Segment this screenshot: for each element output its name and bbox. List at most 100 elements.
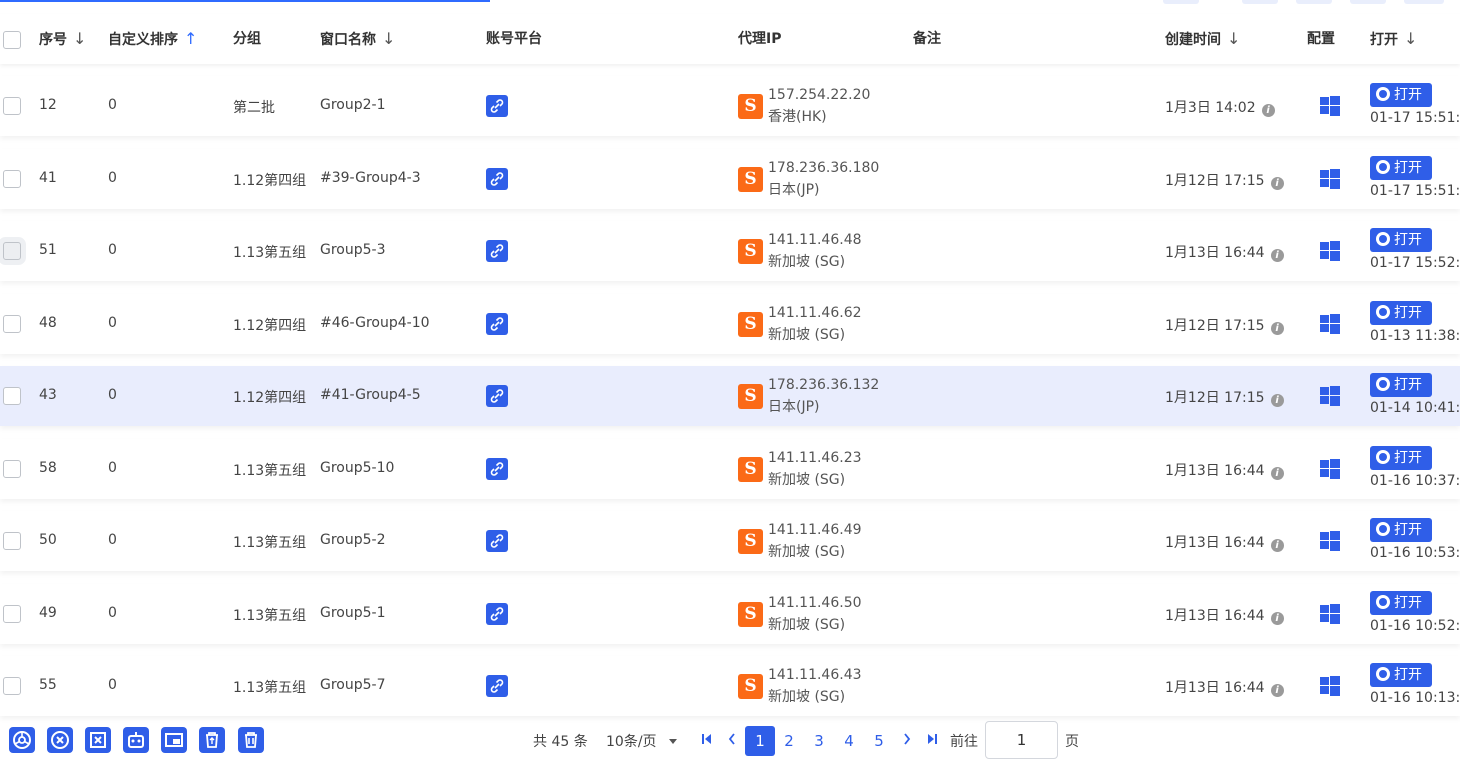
- custom-sort-cell[interactable]: 0: [108, 97, 117, 113]
- window-name-cell[interactable]: Group5-2: [320, 532, 386, 548]
- row-checkbox[interactable]: [3, 532, 21, 550]
- row-checkbox[interactable]: [3, 242, 21, 260]
- page-1[interactable]: 1: [745, 726, 775, 756]
- page-size-select[interactable]: 10条/页: [606, 731, 677, 751]
- column-header-open[interactable]: 打开 ↓: [1370, 14, 1417, 64]
- row-checkbox[interactable]: [3, 677, 21, 695]
- info-icon[interactable]: i: [1270, 322, 1284, 335]
- row-checkbox[interactable]: [3, 315, 21, 333]
- sort-down-icon[interactable]: ↓: [1404, 14, 1417, 64]
- sort-down-icon[interactable]: ↓: [73, 14, 86, 64]
- page-2[interactable]: 2: [777, 726, 801, 756]
- open-button[interactable]: 打开: [1370, 663, 1432, 687]
- window-name-cell[interactable]: Group5-7: [320, 677, 386, 693]
- custom-sort-cell[interactable]: 0: [108, 170, 117, 186]
- window-name-cell[interactable]: #39-Group4-3: [320, 170, 421, 186]
- table-row[interactable]: 58 0 1.13第五组 Group5-10 S 141.11.46.23 新加坡 (SG)…: [0, 439, 1460, 499]
- row-checkbox[interactable]: [3, 97, 21, 115]
- recycle-bin-icon[interactable]: [199, 727, 225, 753]
- goto-page-input[interactable]: 1: [985, 721, 1058, 759]
- open-button[interactable]: 打开: [1370, 301, 1432, 325]
- custom-sort-cell[interactable]: 0: [108, 532, 117, 548]
- sort-down-icon[interactable]: ↓: [382, 14, 395, 64]
- row-checkbox[interactable]: [3, 387, 21, 405]
- close-square-icon[interactable]: [85, 727, 111, 753]
- info-icon[interactable]: i: [1270, 612, 1284, 625]
- table-row[interactable]: 49 0 1.13第五组 Group5-1 S 141.11.46.50 新加坡 (SG) 1…: [0, 584, 1460, 644]
- row-checkbox[interactable]: [3, 170, 21, 188]
- custom-sort-cell[interactable]: 0: [108, 460, 117, 476]
- page-3[interactable]: 3: [807, 726, 831, 756]
- window-name-cell[interactable]: Group2-1: [320, 97, 386, 113]
- picture-in-picture-icon[interactable]: [161, 727, 187, 753]
- custom-sort-cell[interactable]: 0: [108, 315, 117, 331]
- link-icon[interactable]: [486, 603, 508, 625]
- open-button[interactable]: 打开: [1370, 591, 1432, 615]
- window-name-cell[interactable]: #41-Group4-5: [320, 387, 421, 403]
- column-header-created[interactable]: 创建时间 ↓: [1165, 14, 1240, 64]
- link-icon[interactable]: [486, 675, 508, 697]
- link-icon[interactable]: [486, 530, 508, 552]
- link-icon[interactable]: [486, 313, 508, 335]
- select-all-checkbox[interactable]: [3, 31, 21, 49]
- table-row[interactable]: 43 0 1.12第四组 #41-Group4-5 S 178.236.36.132 日本(…: [0, 366, 1460, 426]
- table-row[interactable]: 12 0 第二批 Group2-1 S 157.254.22.20 香港(HK) 1月3日 1…: [0, 76, 1460, 136]
- custom-sort-cell[interactable]: 0: [108, 387, 117, 403]
- sort-up-icon[interactable]: ↑: [184, 14, 197, 64]
- link-icon[interactable]: [486, 95, 508, 117]
- info-icon[interactable]: i: [1270, 684, 1284, 697]
- top-toolbar-button[interactable]: [1404, 0, 1444, 4]
- page-4[interactable]: 4: [837, 726, 861, 756]
- top-toolbar-button[interactable]: [1242, 0, 1278, 4]
- open-button[interactable]: 打开: [1370, 83, 1432, 107]
- table-row[interactable]: 55 0 1.13第五组 Group5-7 S 141.11.46.43 新加坡 (SG) 1…: [0, 656, 1460, 716]
- top-toolbar-button[interactable]: [1296, 0, 1332, 4]
- info-icon[interactable]: i: [1270, 539, 1284, 552]
- row-checkbox[interactable]: [3, 605, 21, 623]
- sort-down-icon[interactable]: ↓: [1227, 14, 1240, 64]
- link-icon[interactable]: [486, 458, 508, 480]
- info-icon[interactable]: i: [1270, 394, 1284, 407]
- first-page-icon[interactable]: [700, 732, 714, 750]
- open-button[interactable]: 打开: [1370, 373, 1432, 397]
- browser-icon: [1376, 305, 1390, 319]
- window-name-cell[interactable]: Group5-3: [320, 242, 386, 258]
- open-button[interactable]: 打开: [1370, 518, 1432, 542]
- page-5[interactable]: 5: [867, 726, 891, 756]
- link-icon[interactable]: [486, 240, 508, 262]
- close-circle-icon[interactable]: [47, 727, 73, 753]
- table-row[interactable]: 41 0 1.12第四组 #39-Group4-3 S 178.236.36.180 日本(…: [0, 149, 1460, 209]
- table-row[interactable]: 48 0 1.12第四组 #46-Group4-10 S 141.11.46.62 新加坡 …: [0, 294, 1460, 354]
- column-header-seq[interactable]: 序号 ↓: [39, 14, 86, 64]
- last-page-icon[interactable]: [925, 732, 939, 750]
- column-header-window-name[interactable]: 窗口名称 ↓: [320, 14, 395, 64]
- info-icon[interactable]: i: [1270, 467, 1284, 480]
- open-button[interactable]: 打开: [1370, 228, 1432, 252]
- top-toolbar-button[interactable]: [1163, 0, 1199, 4]
- custom-sort-cell[interactable]: 0: [108, 242, 117, 258]
- top-toolbar-button[interactable]: [1350, 0, 1386, 4]
- window-name-cell[interactable]: Group5-1: [320, 605, 386, 621]
- prev-page-icon[interactable]: [727, 732, 737, 750]
- row-checkbox[interactable]: [3, 460, 21, 478]
- chrome-icon[interactable]: [9, 727, 35, 753]
- link-icon[interactable]: [486, 168, 508, 190]
- custom-sort-cell[interactable]: 0: [108, 605, 117, 621]
- table-row[interactable]: 51 0 1.13第五组 Group5-3 S 141.11.46.48 新加坡 (SG) 1…: [0, 221, 1460, 281]
- next-page-icon[interactable]: [902, 732, 912, 750]
- group-cell: 1.12第四组: [233, 390, 307, 406]
- column-header-custom-sort[interactable]: 自定义排序 ↑: [108, 14, 197, 64]
- open-button[interactable]: 打开: [1370, 156, 1432, 180]
- trash-icon[interactable]: [238, 727, 264, 753]
- window-name-cell[interactable]: Group5-10: [320, 460, 394, 476]
- column-header-remark: 备注: [913, 31, 941, 47]
- custom-sort-cell[interactable]: 0: [108, 677, 117, 693]
- window-name-cell[interactable]: #46-Group4-10: [320, 315, 430, 331]
- info-icon[interactable]: i: [1270, 177, 1284, 190]
- open-button[interactable]: 打开: [1370, 446, 1432, 470]
- info-icon[interactable]: i: [1261, 104, 1275, 117]
- link-icon[interactable]: [486, 385, 508, 407]
- table-row[interactable]: 50 0 1.13第五组 Group5-2 S 141.11.46.49 新加坡 (SG) 1…: [0, 511, 1460, 571]
- robot-icon[interactable]: [123, 727, 149, 753]
- info-icon[interactable]: i: [1270, 249, 1284, 262]
